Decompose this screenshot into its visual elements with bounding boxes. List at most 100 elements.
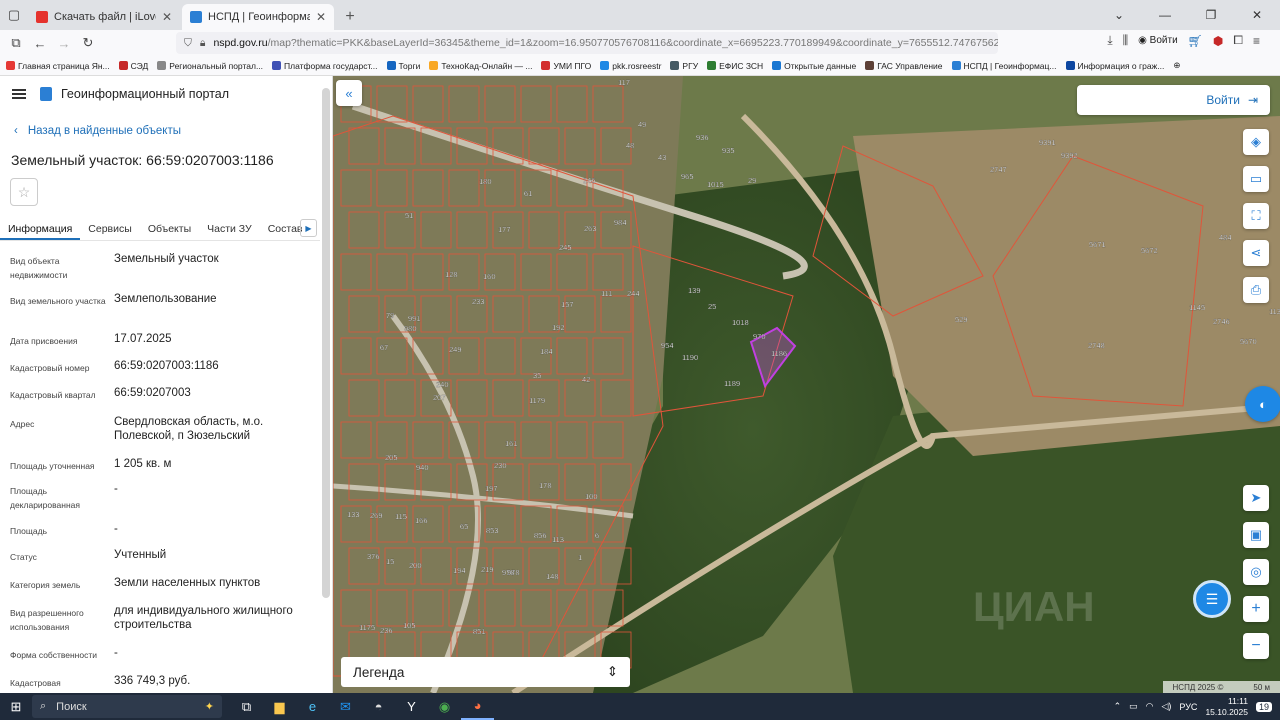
tab-overflow-icon[interactable]: ⌄	[1096, 0, 1142, 30]
library-icon[interactable]: ⫼	[1123, 33, 1129, 48]
parcel-label[interactable]: 246	[583, 176, 596, 185]
firefox-icon[interactable]: ◕	[461, 693, 494, 720]
parcel-label[interactable]: 160	[483, 272, 496, 281]
parcel-label[interactable]: 48	[626, 141, 635, 150]
bookmark-item[interactable]: Главная страница Ян...	[6, 61, 110, 71]
layers-button[interactable]: ◈	[1243, 129, 1269, 155]
tab-list-icon[interactable]: ▢	[0, 0, 28, 30]
parcel-label[interactable]: 219	[481, 565, 494, 574]
parcel-label[interactable]: 1179	[529, 396, 545, 405]
wifi-icon[interactable]: ◠	[1146, 701, 1154, 712]
parcel-label[interactable]: 178	[539, 481, 552, 490]
parcel-label[interactable]: 935	[722, 146, 735, 155]
parcel-label[interactable]: 2746	[1213, 317, 1230, 326]
parcel-label[interactable]: 1175	[359, 623, 375, 632]
parcel-label[interactable]: 1145	[1189, 303, 1205, 312]
download-icon[interactable]: ⤓	[1107, 33, 1112, 48]
parcel-label[interactable]: 1190	[682, 353, 698, 362]
parcel-label[interactable]: 856	[534, 531, 547, 540]
bookmark-item[interactable]: УМИ ПГО	[541, 61, 591, 71]
task-view-icon[interactable]: ⧉	[230, 693, 263, 720]
parcel-label[interactable]: 35	[533, 371, 542, 380]
parcel-label[interactable]: 245	[559, 243, 572, 252]
collapse-panel-button[interactable]: «	[336, 80, 362, 106]
parcel-label[interactable]: 65	[460, 522, 469, 531]
parcel-label[interactable]: 194	[453, 566, 466, 575]
panel-scrollbar[interactable]	[322, 88, 330, 598]
parcel-label[interactable]: 51	[405, 211, 414, 220]
parcel-label[interactable]: 940	[416, 463, 429, 472]
parcel-label[interactable]: 192	[552, 323, 565, 332]
windows-start-icon[interactable]: ⊞	[0, 699, 32, 715]
parcel-label[interactable]: 207	[433, 393, 446, 402]
parcel-label[interactable]: 269	[370, 511, 383, 520]
parcel-label[interactable]: 2747	[990, 165, 1007, 174]
taskbar-search[interactable]: ⌕ Поиск ✦	[32, 695, 222, 718]
parcel-label[interactable]: 148	[546, 572, 559, 581]
parcel-label[interactable]: 67	[380, 343, 389, 352]
parcel-label[interactable]: 1018	[732, 318, 749, 327]
clock[interactable]: 11:11 15.10.2025	[1205, 696, 1248, 718]
parcel-label[interactable]: 111	[601, 289, 613, 298]
parcel-label[interactable]: 954	[661, 341, 674, 350]
parcel-label[interactable]: 113	[552, 535, 564, 544]
forward-icon[interactable]: →	[52, 36, 76, 51]
parcel-label[interactable]: 1	[578, 553, 582, 562]
zoom-out-button[interactable]: −	[1243, 633, 1269, 659]
locate-button[interactable]: ➤	[1243, 485, 1269, 511]
parcel-label[interactable]: 965	[681, 172, 694, 181]
extensions-icon[interactable]: ⧠	[1233, 33, 1243, 48]
parcel-label[interactable]: 1189	[724, 379, 740, 388]
parcel-label[interactable]: 249	[449, 345, 462, 354]
parcel-label[interactable]: 180	[479, 177, 492, 186]
url-bar[interactable]: ⛉ 🔒︎ nspd.gov.ru/map?thematic=PKK&baseLa…	[176, 32, 998, 54]
parcel-label[interactable]: 376	[367, 552, 380, 561]
parcel-label[interactable]: 6	[595, 531, 599, 540]
parcel-label[interactable]: 139	[688, 286, 701, 295]
tab-ilovepdf[interactable]: Скачать файл | iLovePDF ✕	[28, 4, 180, 30]
bookmark-item[interactable]: Открытые данные	[772, 61, 856, 71]
shield-ext-icon[interactable]: ⬢	[1213, 34, 1223, 48]
parcel-label[interactable]: 177	[498, 225, 511, 234]
parcel-label[interactable]: 984	[614, 218, 627, 227]
print-button[interactable]: ⎙	[1243, 277, 1269, 303]
close-window-icon[interactable]: ✕	[1234, 0, 1280, 30]
parcel-label[interactable]: 15	[386, 557, 395, 566]
menu-icon[interactable]: ≡	[1253, 34, 1260, 48]
tray-chevron-icon[interactable]: ⌃	[1114, 701, 1122, 712]
bookmark-item[interactable]: pkk.rosreestr	[600, 61, 661, 71]
tab-nspd[interactable]: НСПД | Геоинформационный ✕	[182, 4, 334, 30]
parcel-label[interactable]: 970	[753, 332, 766, 341]
notifications-badge[interactable]: 19	[1255, 701, 1272, 712]
tabs-scroll-right-button[interactable]: ▶	[300, 219, 317, 237]
bookmark-item[interactable]: Региональный портал...	[157, 61, 263, 71]
map-login-button[interactable]: Войти ⇥	[1077, 85, 1270, 115]
minimize-icon[interactable]: —	[1142, 0, 1188, 30]
parcel-label[interactable]: 79	[386, 311, 395, 320]
parcel-label[interactable]: 61	[524, 189, 533, 198]
bookmark-item[interactable]: ТехноКад-Онлайн — ...	[429, 61, 532, 71]
parcel-label[interactable]: 166	[415, 516, 428, 525]
parcel-label[interactable]: 9391	[1039, 138, 1056, 147]
restore-icon[interactable]: ❐	[1188, 0, 1234, 30]
bookmark-item[interactable]: ГАС Управление	[865, 61, 943, 71]
bookmark-item[interactable]: СЭД	[118, 61, 148, 71]
parcel-label[interactable]: 936	[696, 133, 709, 142]
network-icon[interactable]: ▭	[1129, 701, 1138, 712]
parcel-label[interactable]: 49	[638, 120, 647, 129]
share-button[interactable]: ⋖	[1243, 240, 1269, 266]
parcel-label[interactable]: 230	[494, 461, 507, 470]
parcel-label[interactable]: 25	[708, 302, 717, 311]
cart-icon[interactable]: 🛒︎	[1188, 34, 1203, 48]
bookmark-item[interactable]: ЕФИС ЗСН	[707, 61, 763, 71]
parcel-label[interactable]: 980	[404, 324, 417, 333]
geolocation-button[interactable]: ◎	[1243, 559, 1269, 585]
bookmarks-overflow-icon[interactable]: ⊕	[1173, 60, 1180, 71]
reload-icon[interactable]: ↻	[76, 35, 100, 51]
menu-icon[interactable]	[12, 89, 26, 99]
parcel-label[interactable]: 236	[380, 626, 393, 635]
tab-information[interactable]: Информация	[0, 217, 81, 240]
app-icon[interactable]: ◓	[362, 693, 395, 720]
parcel-label[interactable]: 161	[505, 439, 518, 448]
file-explorer-icon[interactable]: ▆	[263, 693, 296, 720]
